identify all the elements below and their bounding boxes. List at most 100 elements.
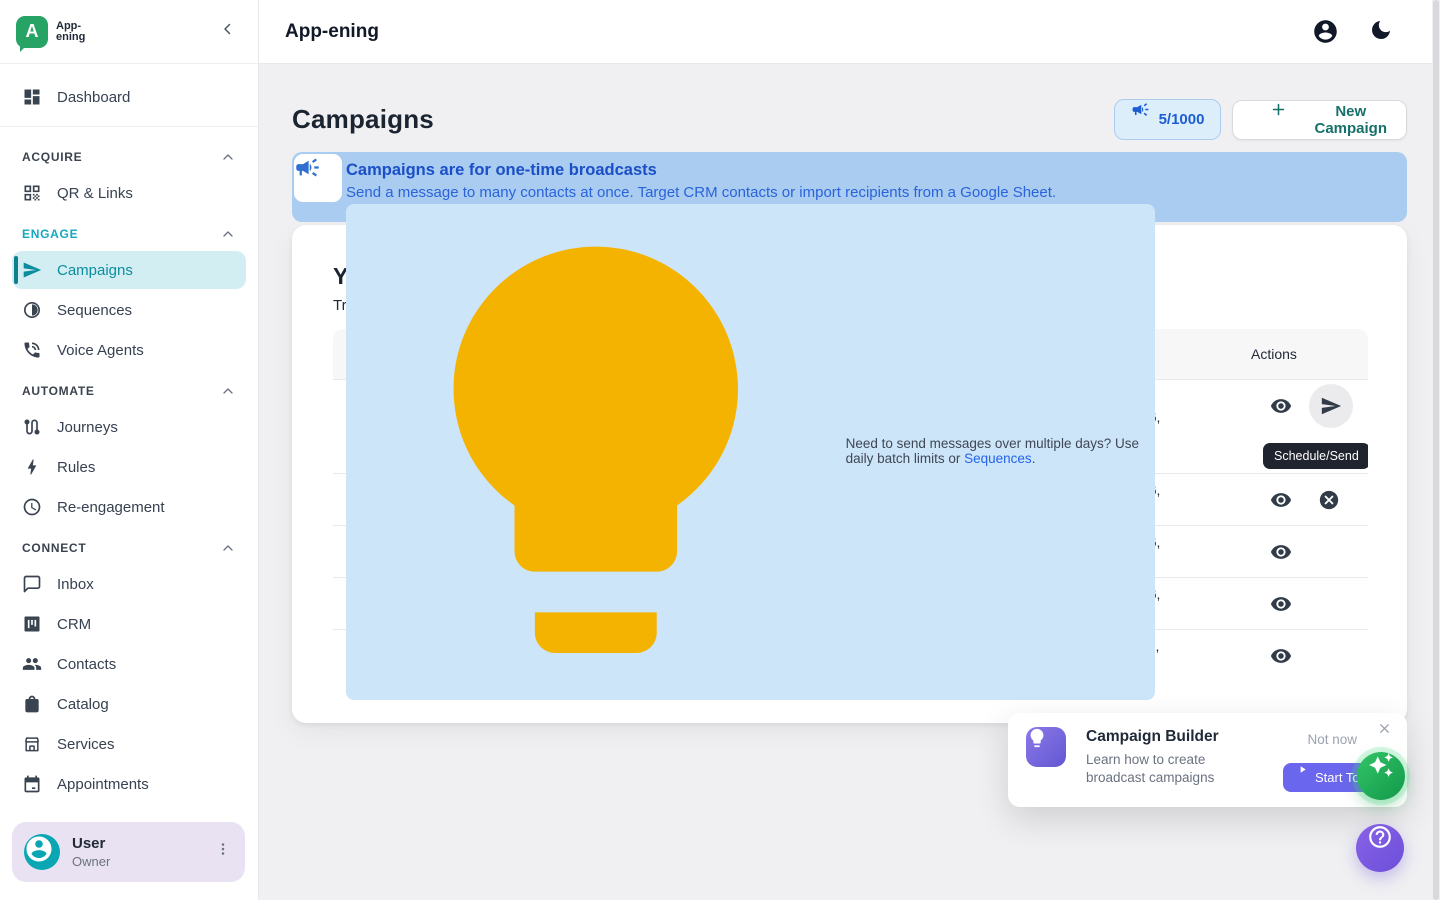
nav-section-engage[interactable]: ENGAGE bbox=[12, 214, 246, 249]
sidebar-item-catalog[interactable]: Catalog bbox=[12, 685, 246, 723]
view-campaign-button[interactable] bbox=[1261, 634, 1301, 678]
sidebar-item-label: Re-engagement bbox=[57, 499, 165, 516]
user-card[interactable]: User Owner bbox=[12, 822, 245, 882]
sidebar-item-contacts[interactable]: Contacts bbox=[12, 645, 246, 683]
close-icon bbox=[1373, 721, 1395, 743]
view-campaign-button[interactable] bbox=[1261, 530, 1301, 574]
sidebar-item-crm[interactable]: CRM bbox=[12, 605, 246, 643]
sparkles-icon bbox=[1357, 752, 1405, 800]
view-campaign-button[interactable] bbox=[1261, 384, 1301, 428]
voice-icon bbox=[22, 340, 42, 360]
sidebar-item-inbox[interactable]: Inbox bbox=[12, 565, 246, 603]
nav-divider bbox=[0, 126, 258, 127]
popup-iconbox bbox=[1026, 727, 1066, 767]
page-head: Campaigns 5/1000 New Campaign bbox=[292, 99, 1407, 140]
new-campaign-button[interactable]: New Campaign bbox=[1232, 100, 1407, 140]
popup-title: Campaign Builder bbox=[1086, 728, 1219, 746]
chevron-up-icon bbox=[220, 383, 236, 399]
sidebar-item-label: Appointments bbox=[57, 776, 149, 793]
actions-cell bbox=[1251, 530, 1368, 574]
sidebar-item-campaigns[interactable]: Campaigns bbox=[12, 251, 246, 289]
chevron-up-icon bbox=[220, 226, 236, 242]
sidebar-item-dashboard[interactable]: Dashboard bbox=[12, 78, 246, 116]
sidebar-item-qr-links[interactable]: QR & Links bbox=[12, 174, 246, 212]
megaphone-icon bbox=[1131, 100, 1150, 139]
banner-iconbox bbox=[294, 154, 342, 202]
sidebar-item-label: Campaigns bbox=[57, 262, 133, 279]
user-meta: User Owner bbox=[72, 835, 199, 869]
moon-icon bbox=[1367, 18, 1394, 45]
page-title: Campaigns bbox=[292, 104, 434, 135]
banner-body: Send a message to many contacts at once.… bbox=[346, 184, 1395, 201]
sidebar-collapse-button[interactable] bbox=[216, 20, 240, 44]
sidebar-item-label: Rules bbox=[57, 459, 95, 476]
sidebar-item-services[interactable]: Services bbox=[12, 725, 246, 763]
send-icon bbox=[22, 260, 42, 280]
banner-tip: Need to send messages over multiple days… bbox=[346, 204, 1155, 700]
sidebar-item-label: Sequences bbox=[57, 302, 132, 319]
nav-section-label: CONNECT bbox=[22, 541, 86, 555]
help-fab[interactable] bbox=[1356, 824, 1404, 872]
sidebar-item-label: Inbox bbox=[57, 576, 94, 593]
logo-text: App- ening bbox=[56, 21, 85, 43]
user-menu-button[interactable] bbox=[211, 840, 235, 864]
sequences-icon bbox=[22, 300, 42, 320]
schedule-send-button[interactable] bbox=[1309, 384, 1353, 428]
nav-section-label: ENGAGE bbox=[22, 227, 78, 241]
qr-icon bbox=[22, 183, 42, 203]
logo-text-line1: App- bbox=[56, 21, 85, 32]
journeys-icon bbox=[22, 417, 42, 437]
scrollbar-thumb[interactable] bbox=[1433, 0, 1439, 900]
contacts-icon bbox=[22, 654, 42, 674]
crm-icon bbox=[22, 614, 42, 634]
nav-section-label: AUTOMATE bbox=[22, 384, 95, 398]
sidebar-item-appointments[interactable]: Appointments bbox=[12, 765, 246, 803]
logo-icon: A bbox=[16, 16, 48, 48]
sidebar-item-voice-agents[interactable]: Voice Agents bbox=[12, 331, 246, 369]
nav-section-automate[interactable]: AUTOMATE bbox=[12, 371, 246, 406]
account-button[interactable] bbox=[1312, 18, 1339, 45]
nav-section-acquire[interactable]: ACQUIRE bbox=[12, 137, 246, 172]
person-icon bbox=[24, 834, 60, 870]
actions-cell bbox=[1251, 634, 1368, 678]
app-logo: A App- ening bbox=[16, 16, 85, 48]
services-icon bbox=[22, 734, 42, 754]
cancel-campaign-button[interactable] bbox=[1309, 478, 1349, 522]
user-role: Owner bbox=[72, 854, 199, 869]
sidebar-item-label: Services bbox=[57, 736, 115, 753]
sidebar-item-re-engagement[interactable]: Re-engagement bbox=[12, 488, 246, 526]
popup-close-button[interactable] bbox=[1373, 721, 1395, 743]
sequences-link[interactable]: Sequences bbox=[964, 451, 1032, 466]
actions-cell bbox=[1251, 478, 1368, 522]
banner-tip-text: Need to send messages over multiple days… bbox=[846, 436, 1145, 466]
dashboard-icon bbox=[22, 87, 42, 107]
help-icon bbox=[1356, 824, 1404, 872]
user-name: User bbox=[72, 835, 199, 852]
sidebar-item-label: CRM bbox=[57, 616, 91, 633]
quota-value: 5/1000 bbox=[1159, 111, 1205, 128]
appointments-icon bbox=[22, 774, 42, 794]
sidebar-item-journeys[interactable]: Journeys bbox=[12, 408, 246, 446]
view-campaign-button[interactable] bbox=[1261, 478, 1301, 522]
sidebar-item-sequences[interactable]: Sequences bbox=[12, 291, 246, 329]
dark-mode-toggle[interactable] bbox=[1367, 18, 1394, 45]
chevron-up-icon bbox=[220, 149, 236, 165]
campaign-quota-badge[interactable]: 5/1000 bbox=[1114, 99, 1222, 140]
sidebar-item-rules[interactable]: Rules bbox=[12, 448, 246, 486]
megaphone-icon bbox=[294, 154, 342, 202]
lightbulb-icon bbox=[352, 206, 840, 697]
page-scrollbar[interactable] bbox=[1432, 0, 1440, 900]
sidebar-item-label: Dashboard bbox=[57, 89, 130, 106]
sidebar-item-label: Catalog bbox=[57, 696, 109, 713]
clock-icon bbox=[22, 497, 42, 517]
sidebar-nav: Dashboard ACQUIREQR & Links ENGAGE Campaign… bbox=[0, 64, 258, 803]
account-circle-icon bbox=[1312, 18, 1339, 45]
popup-body: Learn how to create broadcast campaigns bbox=[1086, 751, 1246, 787]
sidebar-item-label: Voice Agents bbox=[57, 342, 144, 359]
page-head-actions: 5/1000 New Campaign bbox=[1114, 99, 1407, 140]
not-now-button[interactable]: Not now bbox=[1307, 732, 1357, 747]
view-campaign-button[interactable] bbox=[1261, 582, 1301, 626]
nav-section-connect[interactable]: CONNECT bbox=[12, 528, 246, 563]
app-window: A App- ening Dashboard ACQUIREQR & Links E… bbox=[0, 0, 1440, 900]
ai-assistant-fab[interactable] bbox=[1357, 752, 1405, 800]
